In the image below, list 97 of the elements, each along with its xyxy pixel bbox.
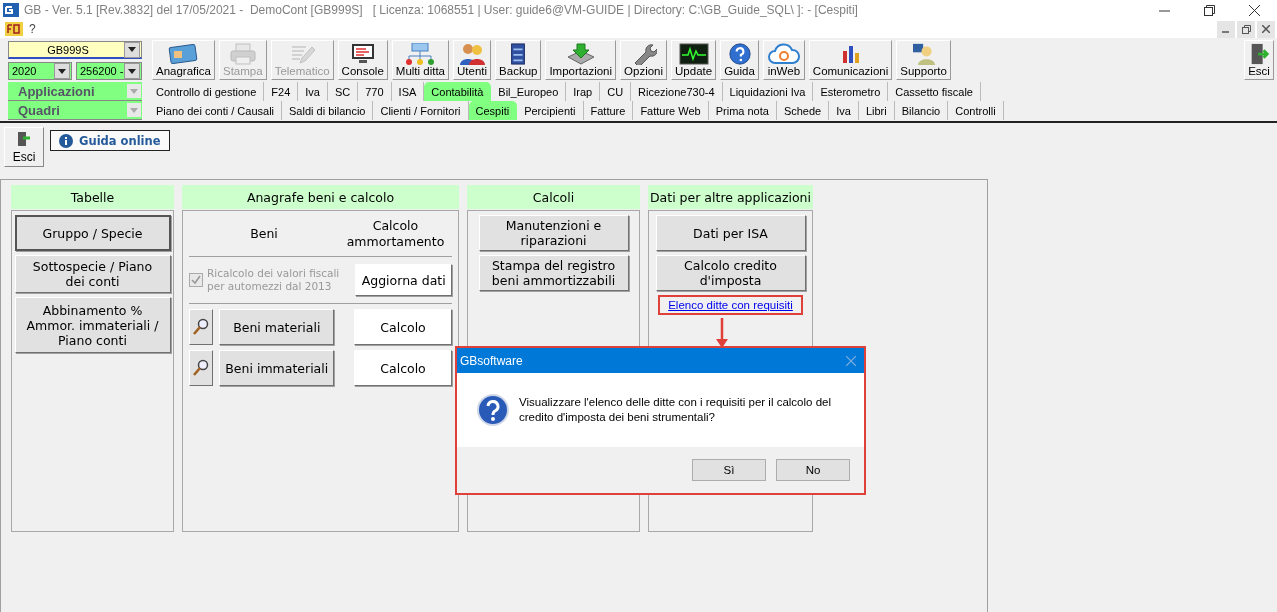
toolbar-button[interactable]: Utenti: [453, 40, 492, 80]
refresh-data-button[interactable]: Aggiorna dati: [355, 264, 452, 296]
close-icon[interactable]: [1257, 20, 1275, 38]
search-button[interactable]: [189, 309, 214, 345]
tab[interactable]: Fatture: [583, 101, 634, 120]
card-icon: [168, 43, 199, 65]
toolbar-button[interactable]: Importazioni: [545, 40, 617, 80]
section-header: Dati per altre applicazioni: [648, 185, 813, 209]
code-dropdown[interactable]: 256200 -: [76, 62, 142, 80]
exit-door-icon: [17, 131, 31, 147]
tab[interactable]: 770: [358, 82, 392, 101]
download-icon: [565, 43, 596, 65]
checkbox-label: Ricalcolo dei valori fiscali per automezzi dal 2013: [207, 267, 341, 293]
section-header: Anagrafe beni e calcolo: [182, 185, 459, 209]
export-button[interactable]: Dati per ISA: [655, 215, 806, 251]
column-header: Calcolo ammortamento: [345, 218, 446, 250]
tab[interactable]: Fatture Web: [633, 101, 709, 120]
assets-button[interactable]: Beni immateriali: [219, 350, 335, 386]
tab[interactable]: F24: [264, 82, 299, 101]
tab[interactable]: Liquidazioni Iva: [722, 82, 814, 101]
year-dropdown[interactable]: 2020: [8, 62, 72, 80]
search-icon: [193, 318, 210, 336]
tab[interactable]: Clienti / Fornitori: [373, 101, 469, 120]
tab[interactable]: Irap: [566, 82, 601, 101]
exit-button[interactable]: Esci: [4, 127, 44, 167]
dialog-title: GBsoftware: [460, 353, 523, 368]
search-icon: [193, 359, 210, 377]
menu-item[interactable]: ?: [29, 22, 36, 36]
tab[interactable]: SC: [327, 82, 359, 101]
toolbar-button[interactable]: Opzioni: [620, 40, 668, 80]
app-menu-icon[interactable]: [5, 22, 23, 36]
table-button[interactable]: Abbinamento % Ammor. immateriali / Piano conti: [14, 297, 171, 353]
toolbar-button[interactable]: inWeb: [762, 40, 805, 80]
users-icon: [458, 43, 487, 65]
pulse-monitor-icon: [678, 43, 709, 65]
toolbar-button[interactable]: Update: [671, 40, 717, 80]
export-button[interactable]: Calcolo credito d'imposta: [655, 255, 806, 291]
caret-icon: [128, 47, 136, 52]
help-icon: [726, 43, 753, 65]
search-button[interactable]: [189, 350, 214, 386]
restore-icon[interactable]: [1204, 4, 1215, 16]
tab[interactable]: Prima nota: [708, 101, 777, 120]
section-dropdown[interactable]: Applicazioni: [8, 82, 142, 101]
caret-icon: [128, 68, 136, 74]
tab[interactable]: Esterometro: [813, 82, 889, 101]
printer-icon: [228, 43, 257, 65]
toolbar-button[interactable]: Supporto: [896, 40, 951, 80]
tab[interactable]: Controlli: [948, 101, 1004, 120]
toolbar-button[interactable]: Comunicazioni: [808, 40, 893, 80]
tab[interactable]: Cespiti: [468, 101, 518, 120]
toolbar-button[interactable]: Backup: [495, 40, 542, 80]
tab[interactable]: Libri: [858, 101, 895, 120]
calculate-button[interactable]: Calcolo: [354, 350, 452, 386]
dialog-message: Visualizzare l'elenco delle ditte con i requisiti per il calcolo del credito d'imposta dei beni strumentali?: [519, 395, 832, 425]
column-header: Beni: [249, 226, 279, 242]
table-button[interactable]: Sottospecie / Piano dei conti: [14, 255, 171, 293]
table-button[interactable]: Gruppo / Specie: [14, 215, 171, 251]
close-icon[interactable]: [1249, 4, 1260, 16]
tab[interactable]: Percipienti: [517, 101, 584, 120]
toolbar-button[interactable]: Multi ditta: [391, 40, 449, 80]
companies-link[interactable]: Elenco ditte con requisiti: [668, 299, 793, 311]
tab[interactable]: Controllo di gestione: [149, 82, 265, 101]
dialog-button[interactable]: No: [776, 459, 850, 481]
tab[interactable]: CU: [600, 82, 632, 101]
toolbar-button[interactable]: Anagrafica: [152, 40, 215, 80]
tab[interactable]: Bilancio: [894, 101, 949, 120]
tab[interactable]: Iva: [829, 101, 859, 120]
tab[interactable]: Saldi di bilancio: [282, 101, 374, 120]
tab[interactable]: Piano dei conti / Causali: [149, 101, 282, 120]
online-help-button[interactable]: Guida online: [50, 130, 170, 151]
section-header: Calcoli: [467, 185, 640, 209]
section-header: Tabelle: [11, 185, 174, 209]
restore-icon[interactable]: [1237, 20, 1255, 38]
minimize-icon[interactable]: [1217, 20, 1235, 38]
app-logo-icon: [3, 3, 19, 17]
cloud-icon: [766, 43, 801, 65]
window-title: GB - Ver. 5.1 [Rev.3832] del 17/05/2021 - DemoCont [GB999S] [ Licenza: 1068551 | User: guide6@VM-GUIDE | Directory: C:\GB_Guide_SQL\ ]: - [Cespiti]: [24, 3, 859, 17]
caret-icon: [130, 107, 138, 113]
company-dropdown[interactable]: GB999S: [8, 41, 142, 59]
question-icon: [477, 394, 509, 426]
caret-icon: [58, 68, 66, 74]
section-dropdown[interactable]: Quadri: [8, 101, 142, 120]
calculation-button[interactable]: Stampa del registro beni ammortizzabili: [478, 255, 629, 291]
toolbar-button[interactable]: Guida: [720, 40, 759, 80]
tab[interactable]: Ricezione730-4: [631, 82, 723, 101]
tab[interactable]: Iva: [298, 82, 328, 101]
assets-button[interactable]: Beni materiali: [219, 309, 335, 345]
exit-button[interactable]: Esci: [1244, 40, 1274, 80]
tab[interactable]: Contabilità: [424, 82, 492, 101]
calculate-button[interactable]: Calcolo: [354, 309, 452, 345]
caret-icon: [130, 88, 138, 94]
tab[interactable]: Schede: [776, 101, 830, 120]
calculation-button[interactable]: Manutenzioni e riparazioni: [478, 215, 629, 251]
info-icon: [59, 133, 73, 148]
toolbar-button[interactable]: Console: [337, 40, 388, 80]
tab[interactable]: Cassetto fiscale: [888, 82, 981, 101]
dialog-button[interactable]: Sì: [692, 459, 766, 481]
